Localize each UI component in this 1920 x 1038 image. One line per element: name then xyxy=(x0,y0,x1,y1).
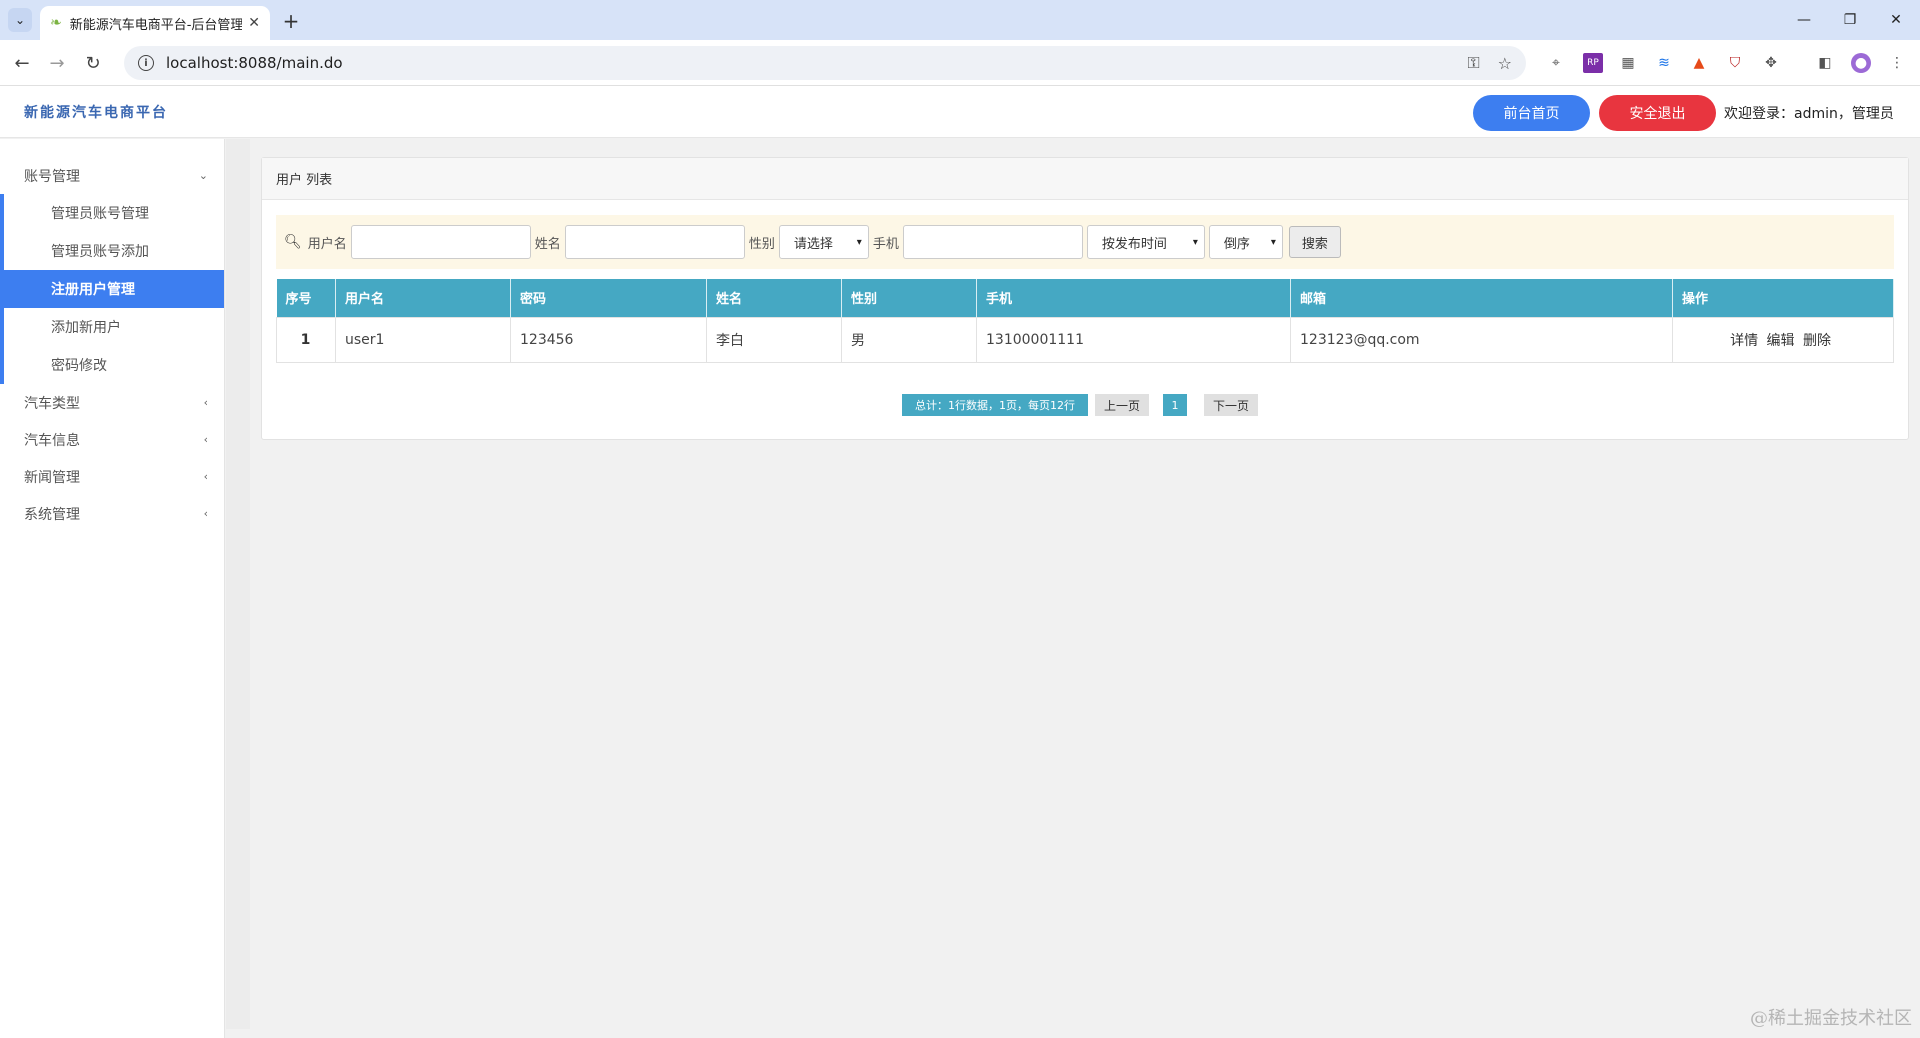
column-header: 序号 xyxy=(276,279,336,317)
column-header: 操作 xyxy=(1672,279,1894,317)
username-label: 用户名 xyxy=(307,236,347,252)
back-icon[interactable]: ← xyxy=(9,50,35,76)
table-header-row: 序号 用户名 密码 姓名 性别 手机 邮箱 操作 xyxy=(276,279,1894,317)
search-bar: 🔍︎ 用户名 姓名 性别 请选择 ▾ 手机 按发布时间 ▾ 倒序 ▾ 搜索 xyxy=(276,215,1894,269)
account-submenu: 管理员账号管理 管理员账号添加 注册用户管理 添加新用户 密码修改 xyxy=(0,194,224,384)
gender-label: 性别 xyxy=(748,236,775,252)
profile-avatar-icon[interactable]: ● xyxy=(1851,53,1871,73)
star-icon[interactable]: ☆ xyxy=(1498,54,1512,73)
tab-search-icon[interactable]: ⌄ xyxy=(8,8,32,32)
column-header: 性别 xyxy=(841,279,977,317)
sort-field-select[interactable]: 按发布时间 ▾ xyxy=(1086,225,1205,259)
logout-button[interactable]: 安全退出 xyxy=(1599,95,1716,131)
next-page-button[interactable]: 下一页 xyxy=(1204,394,1258,416)
column-header: 用户名 xyxy=(335,279,511,317)
forward-icon[interactable]: → xyxy=(44,50,70,76)
more-menu-icon[interactable]: ⋮ xyxy=(1887,53,1907,73)
pagination: 总计：1行数据，1页，每页12行 上一页 1 下一页 xyxy=(262,394,1910,418)
user-list-panel: 用户 列表 🔍︎ 用户名 姓名 性别 请选择 ▾ 手机 按发布时间 ▾ 倒序 ▾ 搜索… xyxy=(261,157,1909,440)
sidebar-group-account[interactable]: 账号管理 ⌄ xyxy=(0,157,224,194)
current-page-button[interactable]: 1 xyxy=(1163,394,1187,416)
sidebar-item-add-admin[interactable]: 管理员账号添加 xyxy=(4,232,224,270)
brand-title: 新能源汽车电商平台 xyxy=(24,105,168,121)
sidebar-item-admin-accounts[interactable]: 管理员账号管理 xyxy=(4,194,224,232)
sidebar-group-label: 账号管理 xyxy=(24,168,80,185)
column-header: 姓名 xyxy=(706,279,842,317)
sidebar-item-registered-users[interactable]: 注册用户管理 xyxy=(4,270,224,308)
cell-email: 123123@qq.com xyxy=(1290,316,1673,363)
side-panel-icon[interactable]: ◧ xyxy=(1815,53,1835,73)
table-row: 1 user1 123456 李白 男 13100001111 123123@q… xyxy=(276,316,1894,363)
name-input[interactable] xyxy=(564,225,745,259)
gender-select[interactable]: 请选择 ▾ xyxy=(778,225,869,259)
cell-gender: 男 xyxy=(841,316,977,363)
tab-title: 新能源汽车电商平台-后台管理 xyxy=(69,17,243,33)
reload-icon[interactable]: ↻ xyxy=(80,50,106,76)
phone-input[interactable] xyxy=(902,225,1083,259)
frontend-home-button[interactable]: 前台首页 xyxy=(1473,95,1590,131)
chevron-left-icon: ‹ xyxy=(203,433,208,446)
main-left-strip xyxy=(226,139,250,1029)
welcome-text: 欢迎登录：admin，管理员 xyxy=(1724,106,1894,122)
extension-cursor-icon[interactable]: ⌖ xyxy=(1546,53,1566,73)
chevron-left-icon: ‹ xyxy=(203,470,208,483)
key-icon[interactable]: ⚿ xyxy=(1467,53,1479,73)
pagination-summary: 总计：1行数据，1页，每页12行 xyxy=(902,394,1088,416)
sidebar-item-change-password[interactable]: 密码修改 xyxy=(4,346,224,384)
prev-page-button[interactable]: 上一页 xyxy=(1095,394,1149,416)
sidebar-group-system[interactable]: 系统管理 ‹ xyxy=(0,495,224,532)
phone-label: 手机 xyxy=(872,236,899,252)
chevron-down-icon: ▾ xyxy=(1270,236,1276,248)
url-text: localhost:8088/main.do xyxy=(166,54,343,72)
user-table: 序号 用户名 密码 姓名 性别 手机 邮箱 操作 1 user1 123456 … xyxy=(276,279,1894,363)
new-tab-icon[interactable]: + xyxy=(278,8,304,34)
cell-phone: 13100001111 xyxy=(976,316,1291,363)
extension-rp-icon[interactable]: RP xyxy=(1583,53,1603,73)
sidebar-group-car-type[interactable]: 汽车类型 ‹ xyxy=(0,384,224,421)
extension-grid-icon[interactable]: ▦ xyxy=(1618,53,1638,73)
search-button[interactable]: 搜索 xyxy=(1288,226,1341,258)
app-header: 新能源汽车电商平台 前台首页 安全退出 欢迎登录：admin，管理员 xyxy=(0,86,1920,138)
detail-link[interactable]: 详情 xyxy=(1730,333,1758,349)
sidebar: 账号管理 ⌄ 管理员账号管理 管理员账号添加 注册用户管理 添加新用户 密码修改… xyxy=(0,139,225,1038)
cell-operations: 详情 编辑 删除 xyxy=(1672,316,1894,363)
column-header: 密码 xyxy=(510,279,707,317)
site-info-icon[interactable]: i xyxy=(138,55,154,71)
chevron-down-icon: ⌄ xyxy=(198,169,208,182)
browser-toolbar: ← → ↻ i localhost:8088/main.do ⚿ ☆ ⌖ RP … xyxy=(0,40,1920,86)
panel-title: 用户 列表 xyxy=(262,158,1908,200)
cell-name: 李白 xyxy=(706,316,842,363)
extension-layers-icon[interactable]: ≋ xyxy=(1654,53,1674,73)
delete-link[interactable]: 删除 xyxy=(1803,333,1831,349)
sort-order-select[interactable]: 倒序 ▾ xyxy=(1208,225,1283,259)
browser-tab-bar: ⌄ ❧ 新能源汽车电商平台-后台管理 ✕ + — ❐ ✕ xyxy=(0,0,1920,40)
edit-link[interactable]: 编辑 xyxy=(1767,333,1795,349)
name-label: 姓名 xyxy=(534,236,561,252)
chevron-down-icon: ▾ xyxy=(856,236,862,248)
column-header: 手机 xyxy=(976,279,1291,317)
cell-password: 123456 xyxy=(510,316,707,363)
chevron-down-icon: ▾ xyxy=(1192,236,1198,248)
window-close-icon[interactable]: ✕ xyxy=(1876,6,1916,34)
minimize-icon[interactable]: — xyxy=(1784,6,1824,34)
close-tab-icon[interactable]: ✕ xyxy=(248,15,260,31)
chevron-left-icon: ‹ xyxy=(203,507,208,520)
username-input[interactable] xyxy=(350,225,531,259)
chevron-left-icon: ‹ xyxy=(203,396,208,409)
leaf-favicon-icon: ❧ xyxy=(50,15,62,31)
cell-index: 1 xyxy=(276,316,336,363)
address-bar[interactable]: i localhost:8088/main.do ⚿ ☆ xyxy=(124,46,1526,80)
sidebar-group-car-info[interactable]: 汽车信息 ‹ xyxy=(0,421,224,458)
browser-tab[interactable]: ❧ 新能源汽车电商平台-后台管理 ✕ xyxy=(40,6,270,40)
cell-username: user1 xyxy=(335,316,511,363)
restore-icon[interactable]: ❐ xyxy=(1830,6,1870,34)
search-icon: 🔍︎ xyxy=(284,234,302,250)
column-header: 邮箱 xyxy=(1290,279,1673,317)
extension-shield-icon[interactable]: ⛉ xyxy=(1725,53,1745,73)
extension-triangle-icon[interactable]: ▲ xyxy=(1689,53,1709,73)
watermark: @稀土掘金技术社区 xyxy=(1750,1008,1912,1029)
extensions-puzzle-icon[interactable]: ✥ xyxy=(1761,53,1781,73)
sidebar-group-news[interactable]: 新闻管理 ‹ xyxy=(0,458,224,495)
sidebar-item-add-user[interactable]: 添加新用户 xyxy=(4,308,224,346)
